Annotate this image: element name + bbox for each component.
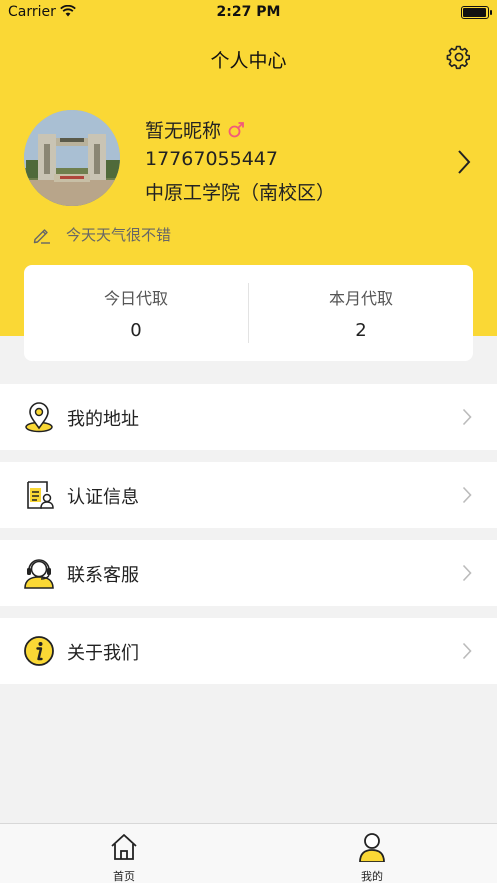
person-icon [359,833,385,862]
home-icon [111,834,137,860]
gear-icon[interactable] [443,42,473,72]
menu-item-about[interactable]: 关于我们 [0,618,497,684]
stats-card: 今日代取 0 本月代取 2 [24,265,473,361]
location-pin-icon [25,402,53,433]
info-icon [24,636,54,666]
menu-label: 认证信息 [67,487,139,508]
chevron-right-icon [462,408,472,426]
nickname: 暂无昵称 [145,120,222,142]
campus-gate-photo [24,110,120,206]
pencil-icon [33,228,50,244]
menu-item-verification[interactable]: 认证信息 [0,462,497,528]
menu-item-address[interactable]: 我的地址 [0,384,497,450]
chevron-right-icon [462,486,472,504]
nickname-row: 暂无昵称 [145,116,245,143]
menu-label: 联系客服 [67,565,139,586]
page-title: 个人中心 [210,50,287,72]
customer-service-icon [24,559,54,589]
chevron-right-icon[interactable] [456,148,472,176]
tab-mine[interactable]: 我的 [342,828,402,883]
tab-bar: 首页 我的 [0,823,497,883]
stat-value: 2 [355,320,367,341]
chevron-right-icon [462,564,472,582]
menu-item-customer-service[interactable]: 联系客服 [0,540,497,606]
school-name: 中原工学院（南校区） [145,182,336,204]
signature-text: 今天天气很不错 [66,226,172,244]
stat-label: 本月代取 [328,289,393,308]
signature-row[interactable]: 今天天气很不错 [32,224,171,245]
id-card-icon [27,481,54,509]
profile-section[interactable]: 暂无昵称 17767055447 中原工学院（南校区） [24,106,484,206]
tab-home[interactable]: 首页 [94,828,154,883]
clock-time: 2:27 PM [216,4,281,20]
chevron-right-icon [462,642,472,660]
battery-icon [461,6,492,19]
phone-number: 17767055447 [145,148,278,170]
menu-label: 关于我们 [67,643,139,664]
male-gender-icon [228,121,244,137]
stat-value: 0 [130,320,142,341]
battery-level-fill [463,8,486,17]
status-bar: Carrier 2:27 PM [0,0,497,26]
stat-month-pickups: 本月代取 2 [249,265,473,361]
tab-label: 首页 [113,870,135,883]
tab-label: 我的 [361,870,383,883]
stat-today-pickups: 今日代取 0 [24,265,248,361]
avatar[interactable] [24,110,120,206]
menu-label: 我的地址 [67,409,139,430]
stat-label: 今日代取 [103,289,168,308]
